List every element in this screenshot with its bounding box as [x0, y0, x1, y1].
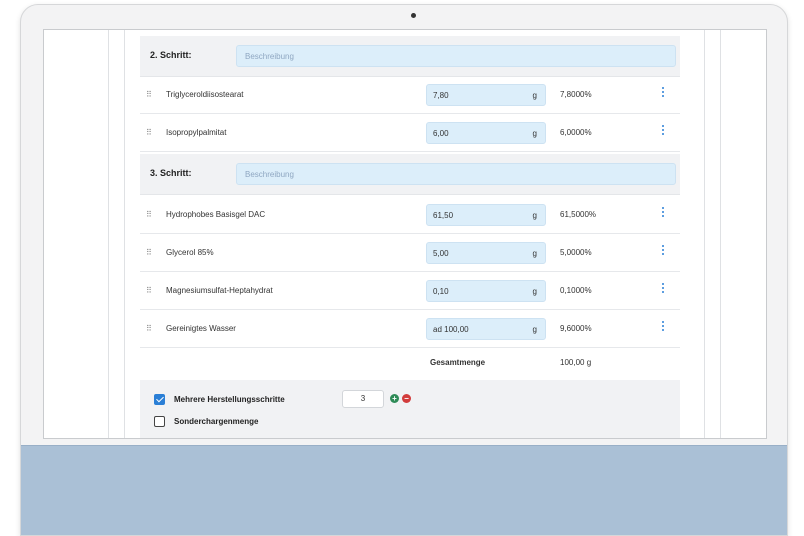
ingredient-row: ⠿ Hydrophobes Basisgel DAC 61,50 g 61,50…: [140, 196, 680, 234]
step-header-2: 2. Schritt: Beschreibung: [140, 36, 680, 77]
total-value: 100,00 g: [560, 358, 592, 367]
drag-handle-icon[interactable]: ⠿: [146, 210, 152, 219]
drag-handle-icon[interactable]: ⠿: [146, 128, 152, 137]
drag-handle-icon[interactable]: ⠿: [146, 248, 152, 257]
percent-value: 61,5000%: [560, 210, 597, 219]
total-label: Gesamtmenge: [430, 358, 486, 367]
ingredient-row: ⠿ Magnesiumsulfat-Heptahydrat 0,10 g 0,1…: [140, 272, 680, 310]
amount-input[interactable]: ad 100,00 g: [426, 318, 546, 340]
amount-value: 5,00: [433, 249, 449, 258]
frame-line-right-inner: [704, 30, 705, 438]
step-description-input[interactable]: Beschreibung: [236, 163, 676, 185]
amount-input[interactable]: 6,00 g: [426, 122, 546, 144]
drag-handle-icon[interactable]: ⠿: [146, 286, 152, 295]
ingredient-name: Gereinigtes Wasser: [166, 324, 236, 333]
percent-value: 6,0000%: [560, 128, 592, 137]
unit-label: g: [532, 249, 537, 258]
step-header-3: 3. Schritt: Beschreibung: [140, 154, 680, 195]
more-options-icon[interactable]: [662, 321, 665, 333]
more-options-icon[interactable]: [662, 283, 665, 295]
total-row: Gesamtmenge 100,00 g: [140, 352, 680, 376]
ingredient-name: Isopropylpalmitat: [166, 128, 227, 137]
ingredient-name: Glycerol 85%: [166, 248, 214, 257]
add-step-icon[interactable]: +: [390, 394, 399, 403]
amount-input[interactable]: 0,10 g: [426, 280, 546, 302]
screen: 2. Schritt: Beschreibung ⠿ Triglyceroldi…: [43, 29, 767, 439]
special-batch-checkbox[interactable]: [154, 416, 165, 427]
monitor-frame: 2. Schritt: Beschreibung ⠿ Triglyceroldi…: [20, 4, 788, 536]
ingredient-row: ⠿ Gereinigtes Wasser ad 100,00 g 9,6000%: [140, 310, 680, 348]
percent-value: 9,6000%: [560, 324, 592, 333]
unit-label: g: [532, 325, 537, 334]
amount-value: 7,80: [433, 91, 449, 100]
multi-steps-label: Mehrere Herstellungsschritte: [174, 395, 285, 404]
amount-input[interactable]: 7,80 g: [426, 84, 546, 106]
ingredient-row: ⠿ Triglyceroldiisostearat 7,80 g 7,8000%: [140, 76, 680, 114]
more-options-icon[interactable]: [662, 125, 665, 137]
recipe-card: 2. Schritt: Beschreibung ⠿ Triglyceroldi…: [140, 30, 680, 438]
options-panel: Mehrere Herstellungsschritte 3 + − Sonde…: [140, 380, 680, 438]
remove-step-icon[interactable]: −: [402, 394, 411, 403]
amount-value: 61,50: [433, 211, 454, 220]
percent-value: 7,8000%: [560, 90, 592, 99]
step-label: 3. Schritt:: [150, 168, 192, 178]
unit-label: g: [532, 129, 537, 138]
step-description-input[interactable]: Beschreibung: [236, 45, 676, 67]
more-options-icon[interactable]: [662, 87, 665, 99]
steps-count-input[interactable]: 3: [342, 390, 384, 408]
camera-dot: [411, 13, 416, 18]
frame-line-left-inner: [124, 30, 125, 438]
special-batch-label: Sonderchargenmenge: [174, 417, 259, 426]
ingredient-row: ⠿ Isopropylpalmitat 6,00 g 6,0000%: [140, 114, 680, 152]
frame-line-left: [108, 30, 109, 438]
multi-steps-checkbox[interactable]: [154, 394, 165, 405]
ingredient-name: Magnesiumsulfat-Heptahydrat: [166, 286, 273, 295]
drag-handle-icon[interactable]: ⠿: [146, 324, 152, 333]
amount-input[interactable]: 61,50 g: [426, 204, 546, 226]
more-options-icon[interactable]: [662, 245, 665, 257]
unit-label: g: [532, 287, 537, 296]
step-label: 2. Schritt:: [150, 50, 192, 60]
monitor-chin: [21, 445, 787, 535]
ingredient-row: ⠿ Glycerol 85% 5,00 g 5,0000%: [140, 234, 680, 272]
amount-value: 6,00: [433, 129, 449, 138]
amount-input[interactable]: 5,00 g: [426, 242, 546, 264]
amount-value: ad 100,00: [433, 325, 469, 334]
ingredient-name: Triglyceroldiisostearat: [166, 90, 244, 99]
frame-line-right: [720, 30, 721, 438]
amount-value: 0,10: [433, 287, 449, 296]
percent-value: 5,0000%: [560, 248, 592, 257]
unit-label: g: [532, 211, 537, 220]
unit-label: g: [532, 91, 537, 100]
percent-value: 0,1000%: [560, 286, 592, 295]
more-options-icon[interactable]: [662, 207, 665, 219]
drag-handle-icon[interactable]: ⠿: [146, 90, 152, 99]
ingredient-name: Hydrophobes Basisgel DAC: [166, 210, 266, 219]
